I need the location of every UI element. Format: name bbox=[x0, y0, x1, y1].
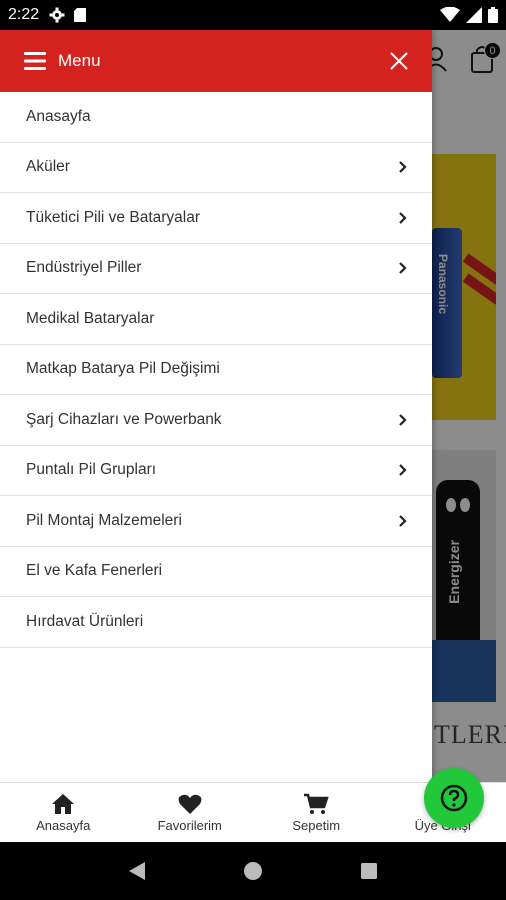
drawer-menu-item[interactable]: Pil Montaj Malzemeleri bbox=[0, 496, 432, 547]
tab-label: Favorilerim bbox=[157, 817, 222, 833]
drawer-menu-item[interactable]: Aküler bbox=[0, 143, 432, 193]
hamburger-icon[interactable] bbox=[24, 51, 46, 71]
drawer-menu-item-label: Pil Montaj Malzemeleri bbox=[26, 511, 182, 529]
chevron-right-icon bbox=[399, 413, 407, 426]
tab-home[interactable]: Anasayfa bbox=[0, 783, 127, 842]
chevron-right-icon bbox=[399, 464, 407, 477]
sd-card-icon bbox=[74, 8, 87, 22]
drawer-menu-item-label: El ve Kafa Fenerleri bbox=[26, 562, 163, 580]
drawer-menu-item-label: Medikal Bataryalar bbox=[26, 309, 155, 327]
system-navigation-bar bbox=[0, 842, 506, 900]
drawer-menu-item[interactable]: Medikal Bataryalar bbox=[0, 294, 432, 345]
drawer-menu-item[interactable]: El ve Kafa Fenerleri bbox=[0, 547, 432, 597]
chevron-right-icon bbox=[399, 514, 407, 527]
status-time: 2:22 bbox=[8, 6, 40, 23]
recents-icon[interactable] bbox=[360, 862, 378, 880]
chevron-right-icon bbox=[399, 262, 407, 275]
home-button-icon[interactable] bbox=[243, 861, 263, 881]
drawer-menu-item[interactable]: Puntalı Pil Grupları bbox=[0, 446, 432, 496]
question-mark-icon bbox=[440, 784, 468, 812]
back-icon[interactable] bbox=[128, 861, 146, 881]
home-icon bbox=[52, 793, 75, 814]
navigation-drawer: Menu Anasayfa Aküler Tüketici Pili ve Bata… bbox=[0, 30, 432, 782]
chevron-right-icon bbox=[399, 211, 407, 224]
drawer-menu-item-label: Hırdavat Ürünleri bbox=[26, 612, 144, 630]
drawer-menu-item-label: Endüstriyel Piller bbox=[26, 259, 142, 277]
drawer-menu-item-label: Aküler bbox=[26, 158, 70, 176]
close-icon[interactable] bbox=[390, 52, 408, 70]
drawer-menu-item[interactable]: Şarj Cihazları ve Powerbank bbox=[0, 395, 432, 446]
drawer-menu-item-label: Şarj Cihazları ve Powerbank bbox=[26, 410, 222, 428]
drawer-menu-item-label: Puntalı Pil Grupları bbox=[26, 461, 157, 479]
wifi-icon bbox=[440, 7, 460, 22]
drawer-header: Menu bbox=[0, 30, 432, 92]
tab-label: Anasayfa bbox=[36, 817, 91, 833]
battery-icon bbox=[488, 7, 498, 23]
help-button[interactable] bbox=[424, 768, 484, 828]
settings-icon bbox=[49, 7, 65, 23]
drawer-menu-item[interactable]: Anasayfa bbox=[0, 92, 432, 143]
tab-favorites[interactable]: Favorilerim bbox=[127, 783, 254, 842]
drawer-menu-item[interactable]: Endüstriyel Piller bbox=[0, 244, 432, 294]
tab-cart[interactable]: Sepetim bbox=[253, 783, 380, 842]
drawer-menu-item[interactable]: Matkap Batarya Pil Değişimi bbox=[0, 345, 432, 395]
drawer-menu-item[interactable]: Tüketici Pili ve Bataryalar bbox=[0, 193, 432, 244]
drawer-menu-item-label: Matkap Batarya Pil Değişimi bbox=[26, 360, 220, 378]
drawer-menu-item[interactable]: Hırdavat Ürünleri bbox=[0, 597, 432, 648]
drawer-menu-list: Anasayfa Aküler Tüketici Pili ve Bataryala… bbox=[0, 92, 432, 648]
heart-icon bbox=[178, 794, 202, 814]
drawer-menu-item-label: Tüketici Pili ve Bataryalar bbox=[26, 208, 201, 226]
signal-icon bbox=[466, 7, 482, 23]
drawer-title: Menu bbox=[58, 51, 101, 70]
chevron-right-icon bbox=[399, 161, 407, 174]
status-bar: 2:22 bbox=[0, 0, 506, 30]
drawer-menu-item-label: Anasayfa bbox=[26, 107, 91, 125]
tab-label: Sepetim bbox=[292, 817, 341, 833]
cart-icon bbox=[304, 793, 329, 814]
